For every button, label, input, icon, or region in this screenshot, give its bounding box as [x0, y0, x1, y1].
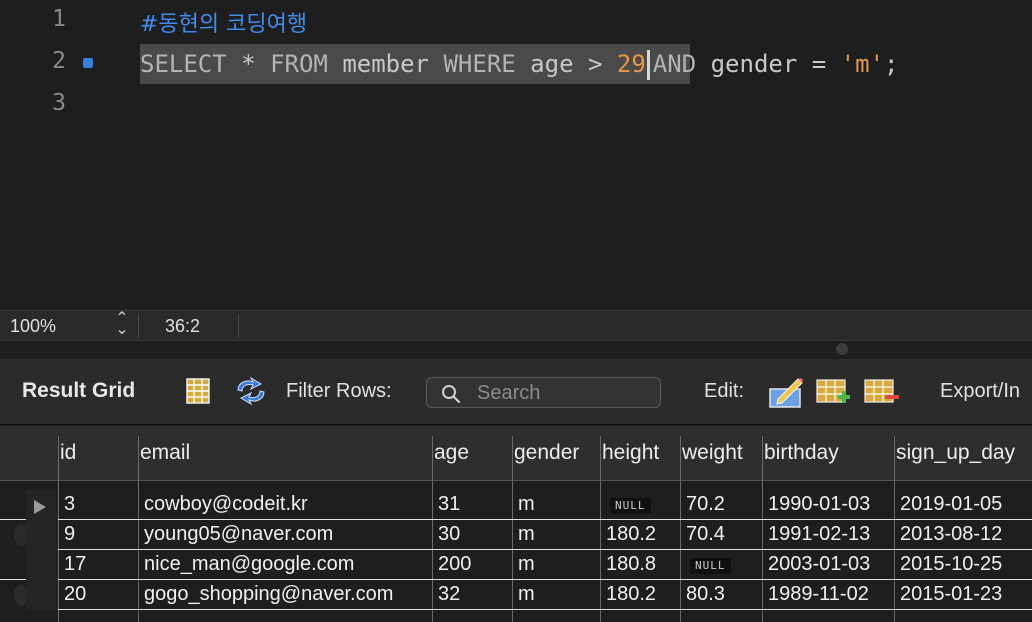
operator-star: *: [241, 50, 256, 78]
cell-gender[interactable]: m: [518, 523, 535, 546]
row-selector[interactable]: [26, 550, 58, 580]
divider: [238, 314, 239, 338]
code-line-query[interactable]: SELECT * FROM member WHERE age > 29 AND g…: [140, 44, 1032, 84]
keyword-where: WHERE: [443, 50, 516, 78]
cell-height[interactable]: 180.8: [606, 553, 656, 576]
column-header-sign-up-day[interactable]: sign_up_day: [896, 441, 1015, 465]
search-icon: [442, 385, 461, 404]
table-row[interactable]: 20 gogo_shopping@naver.com 32 m 180.2 80…: [0, 580, 1032, 610]
cell-email[interactable]: nice_man@google.com: [144, 553, 354, 576]
operator-gt: >: [587, 50, 603, 78]
text-cursor: [646, 50, 650, 80]
cell-height[interactable]: 180.2: [606, 523, 656, 546]
column-header-email[interactable]: email: [140, 441, 190, 465]
table-name: member: [342, 50, 430, 78]
sql-editor[interactable]: 1 2 3 #동현의 코딩여행 SELECT * FROM member WHE…: [0, 0, 1032, 310]
zoom-level[interactable]: 100%: [10, 316, 56, 337]
search-input[interactable]: [477, 380, 655, 406]
keyword-and: AND: [652, 50, 697, 78]
table-row[interactable]: 17 nice_man@google.com 200 m 180.8 NULL …: [0, 550, 1032, 580]
cell-height[interactable]: 180.2: [606, 583, 656, 606]
row-gutter: [0, 580, 28, 610]
delete-row-icon[interactable]: [864, 378, 900, 406]
keyword-from: FROM: [270, 50, 328, 78]
cell-email[interactable]: gogo_shopping@naver.com: [144, 583, 393, 606]
number-literal: 29: [616, 50, 646, 78]
line-number: 1: [52, 6, 66, 32]
column-header-id[interactable]: id: [60, 441, 76, 465]
table-row[interactable]: 3 cowboy@codeit.kr 31 m NULL 70.2 1990-0…: [0, 490, 1032, 520]
cell-birthday[interactable]: 1990-01-03: [768, 493, 870, 516]
table-row[interactable]: 9 young05@naver.com 30 m 180.2 70.4 1991…: [0, 520, 1032, 550]
edit-label: Edit:: [704, 380, 745, 402]
cell-gender[interactable]: m: [518, 583, 535, 606]
cell-age[interactable]: 30: [438, 523, 460, 546]
result-grid-tab[interactable]: Result Grid: [22, 379, 135, 403]
cell-birthday[interactable]: 1989-11-02: [768, 583, 869, 606]
cell-id[interactable]: 17: [64, 553, 86, 576]
cell-birthday[interactable]: 1991-02-13: [768, 523, 870, 546]
refresh-icon[interactable]: [234, 376, 268, 406]
cell-age[interactable]: 200: [438, 553, 471, 576]
cell-id[interactable]: 3: [64, 493, 75, 516]
code-line-comment[interactable]: #동현의 코딩여행: [140, 6, 307, 38]
splitter-handle-icon[interactable]: [836, 343, 848, 355]
cell-weight[interactable]: 70.2: [686, 493, 725, 516]
editor-status-bar: 100% ⌃ ⌄ 36:2: [0, 310, 1032, 341]
cell-sign-up-day[interactable]: 2013-08-12: [900, 523, 1002, 546]
null-badge[interactable]: NULL: [610, 498, 651, 514]
column-header-birthday[interactable]: birthday: [764, 441, 839, 465]
grid-header-row: id email age gender height weight birthd…: [0, 426, 1032, 481]
null-badge[interactable]: NULL: [690, 558, 731, 574]
cell-age[interactable]: 31: [438, 493, 460, 516]
divider: [138, 314, 139, 338]
current-row-arrow-icon: [34, 500, 46, 514]
cell-gender[interactable]: m: [518, 493, 535, 516]
column-age: age: [530, 50, 574, 78]
filter-search-box[interactable]: [426, 377, 661, 408]
cell-gender[interactable]: m: [518, 553, 535, 576]
cell-email[interactable]: young05@naver.com: [144, 523, 333, 546]
zoom-stepper-icon[interactable]: ⌃ ⌄: [112, 311, 132, 338]
column-gender: gender: [710, 50, 798, 78]
cell-sign-up-day[interactable]: 2015-01-23: [900, 583, 1002, 606]
column-header-gender[interactable]: gender: [514, 441, 579, 465]
result-grid[interactable]: id email age gender height weight birthd…: [0, 426, 1032, 622]
cell-sign-up-day[interactable]: 2019-01-05: [900, 493, 1002, 516]
line-number: 3: [52, 90, 66, 116]
column-header-age[interactable]: age: [434, 441, 469, 465]
cell-id[interactable]: 20: [64, 583, 86, 606]
string-literal: 'm': [840, 50, 885, 78]
cell-weight[interactable]: 70.4: [686, 523, 725, 546]
cell-sign-up-day[interactable]: 2015-10-25: [900, 553, 1002, 576]
column-header-weight[interactable]: weight: [682, 441, 743, 465]
row-selector[interactable]: [26, 580, 58, 610]
row-selector[interactable]: [26, 520, 58, 550]
grid-view-icon[interactable]: [186, 378, 210, 404]
pane-splitter[interactable]: [0, 341, 1032, 359]
add-row-icon[interactable]: [816, 378, 852, 406]
edit-pencil-icon[interactable]: [768, 375, 804, 409]
line-number: 2: [52, 48, 66, 74]
cursor-position: 36:2: [165, 316, 201, 336]
current-statement-marker-icon[interactable]: [83, 58, 93, 68]
row-gutter: [0, 520, 28, 550]
cell-email[interactable]: cowboy@codeit.kr: [144, 493, 308, 516]
semicolon: ;: [884, 50, 899, 78]
cell-weight[interactable]: 80.3: [686, 583, 725, 606]
row-selector[interactable]: [26, 490, 58, 520]
operator-eq: =: [811, 50, 827, 78]
filter-rows-label: Filter Rows:: [286, 380, 392, 402]
cell-id[interactable]: 9: [64, 523, 75, 546]
export-import-label[interactable]: Export/In: [940, 380, 1020, 403]
cell-age[interactable]: 32: [438, 583, 460, 606]
column-header-height[interactable]: height: [602, 441, 659, 465]
keyword-select: SELECT: [140, 50, 227, 78]
cell-birthday[interactable]: 2003-01-03: [768, 553, 870, 576]
result-toolbar: Result Grid Filter Rows: Edit:: [0, 359, 1032, 425]
